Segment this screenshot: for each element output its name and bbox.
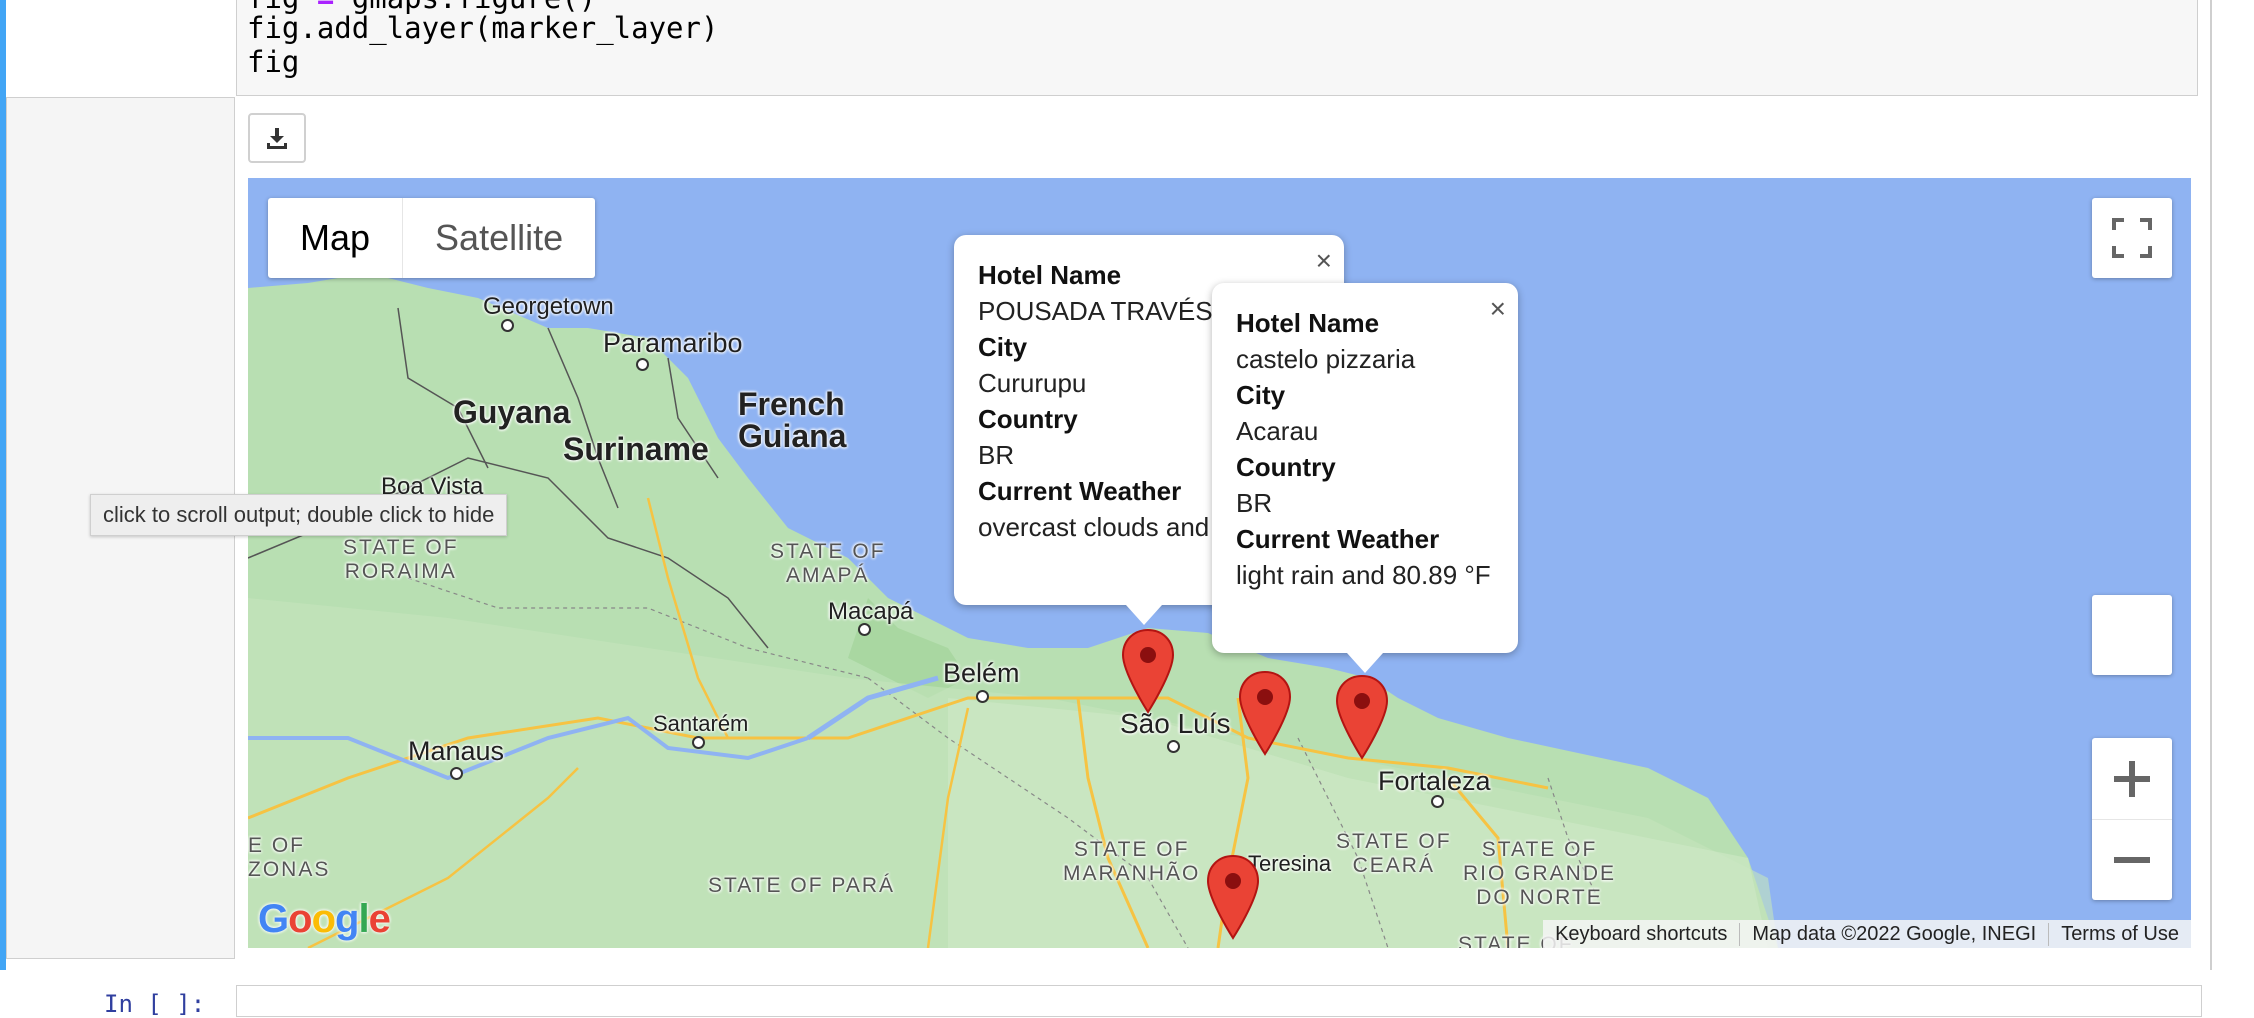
label-paramaribo: Paramaribo xyxy=(603,328,743,358)
map-type-control: Map Satellite xyxy=(268,198,596,278)
street-view-button[interactable] xyxy=(2092,595,2172,675)
zoom-out-button[interactable] xyxy=(2092,820,2172,900)
map-marker-1[interactable] xyxy=(1121,628,1175,714)
label-manaus: Manaus xyxy=(408,736,505,766)
google-logo: Google xyxy=(258,897,391,941)
info2-tail xyxy=(1347,653,1383,673)
info2-weather-key: Current Weather xyxy=(1236,524,1440,554)
label-macapa: Macapá xyxy=(828,598,914,625)
info-window-2: × Hotel Name castelo pizzaria City Acara… xyxy=(1212,283,1518,673)
info2-country-key: Country xyxy=(1236,452,1336,482)
label-suriname: Suriname xyxy=(563,431,709,467)
label-teresina: Teresina xyxy=(1248,851,1332,876)
label-state-rn: STATE OF RIO GRANDE DO NORTE xyxy=(1463,838,1617,909)
close-icon[interactable]: × xyxy=(1490,291,1506,327)
next-code-cell[interactable] xyxy=(236,985,2202,1017)
terms-of-use-link[interactable]: Terms of Use xyxy=(2048,922,2191,946)
info2-country-value: BR xyxy=(1236,488,1273,518)
scroll-output-tooltip: click to scroll output; double click to … xyxy=(90,494,508,536)
dot-georgetown xyxy=(501,319,514,332)
info2-hotel-key: Hotel Name xyxy=(1236,308,1380,338)
keyboard-shortcuts-link[interactable]: Keyboard shortcuts xyxy=(1543,923,1739,946)
map-canvas[interactable]: Georgetown Paramaribo Guyana French Guia… xyxy=(248,178,2191,948)
dot-santarem xyxy=(692,736,705,749)
info2-city-value: Acarau xyxy=(1236,416,1319,446)
info2-weather-value: light rain and 80.89 °F xyxy=(1236,560,1491,590)
download-button[interactable] xyxy=(248,113,306,163)
fullscreen-button[interactable] xyxy=(2092,198,2172,278)
zoom-in-button[interactable] xyxy=(2092,739,2172,820)
map-footer: Keyboard shortcuts Map data ©2022 Google… xyxy=(1543,920,2191,948)
label-state-para: STATE OF PARÁ xyxy=(708,874,896,897)
fullscreen-icon xyxy=(2112,218,2152,258)
label-fortaleza: Fortaleza xyxy=(1378,766,1491,796)
map-marker-2[interactable] xyxy=(1238,670,1292,756)
label-guiana: Guiana xyxy=(738,418,847,454)
info2-city-key: City xyxy=(1236,380,1286,410)
map-marker-3[interactable] xyxy=(1335,674,1389,760)
dot-manaus xyxy=(450,767,463,780)
minus-icon xyxy=(2114,856,2150,863)
label-guyana: Guyana xyxy=(453,394,571,430)
next-cell-prompt: In [ ]: xyxy=(104,990,206,1018)
download-icon xyxy=(267,128,287,149)
dot-paramaribo xyxy=(636,358,649,371)
label-state-amapa: STATE OF AMAPÁ xyxy=(770,540,886,587)
info1-tail xyxy=(1126,605,1162,625)
info1-hotel-value: POUSADA TRAVÉS'O xyxy=(978,296,1220,326)
label-state-amazonas: E OF ZONAS xyxy=(248,834,331,881)
info2-hotel-value: castelo pizzaria xyxy=(1236,344,1416,374)
map-marker-4[interactable] xyxy=(1206,854,1260,940)
dot-belem xyxy=(976,690,989,703)
dot-fortaleza xyxy=(1431,795,1444,808)
dot-sao-luis xyxy=(1167,740,1180,753)
plus-icon xyxy=(2114,760,2150,797)
label-santarem: Santarém xyxy=(653,711,749,736)
zoom-control xyxy=(2092,738,2172,900)
label-state-maranhao: STATE OF MARANHÃO xyxy=(1063,838,1201,885)
map-type-satellite-button[interactable]: Satellite xyxy=(403,198,595,278)
label-georgetown: Georgetown xyxy=(483,293,614,320)
map-type-map-button[interactable]: Map xyxy=(268,198,404,278)
close-icon[interactable]: × xyxy=(1316,243,1332,279)
label-state-roraima: STATE OF RORAIMA xyxy=(343,536,459,583)
label-state-ceara: STATE OF CEARÁ xyxy=(1336,830,1452,877)
info1-weather-value: overcast clouds and xyxy=(978,512,1210,542)
map-data-attribution: Map data ©2022 Google, INEGI xyxy=(1739,922,2048,946)
label-belem: Belém xyxy=(943,658,1020,688)
dot-macapa xyxy=(858,623,871,636)
